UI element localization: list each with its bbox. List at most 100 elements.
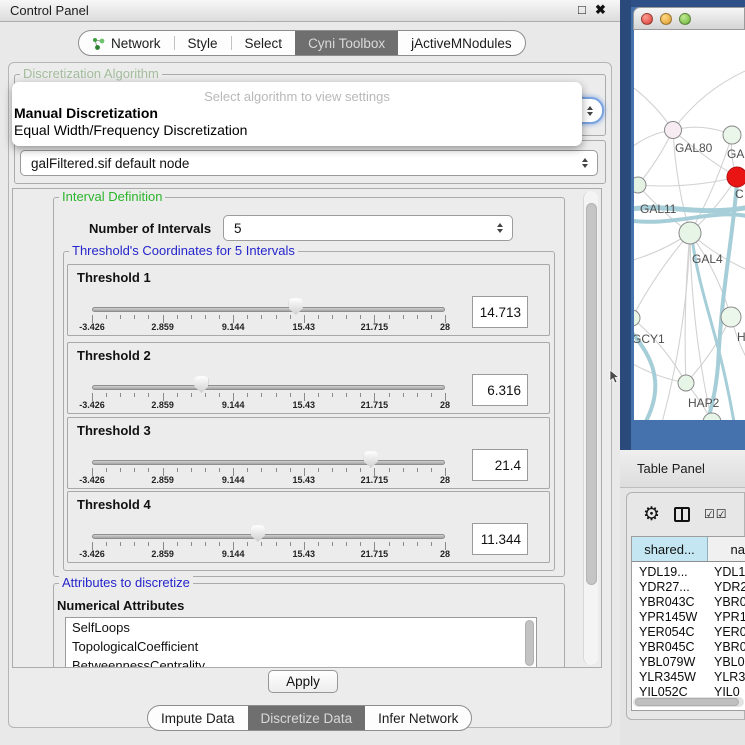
slider-tick: [191, 468, 192, 472]
combo-arrows-icon: [587, 106, 593, 116]
network-node-GAL80[interactable]: [665, 122, 682, 139]
network-canvas[interactable]: GAL80GACGAL11GAL4GCY1HHAP2: [634, 30, 745, 420]
threshold-value-field[interactable]: 6.316: [472, 374, 528, 406]
slider-tick: [290, 393, 291, 397]
network-node-n2[interactable]: [723, 126, 741, 144]
cell-shared-name: YDR27...: [639, 580, 690, 594]
tab-select[interactable]: Select: [232, 31, 296, 55]
network-node-GAL4[interactable]: [679, 222, 701, 244]
tab-style[interactable]: Style: [175, 31, 231, 55]
threshold-panel-3: Threshold 3-3.4262.8599.14415.4321.71528…: [67, 417, 550, 489]
table-row[interactable]: YDR27...YDR2: [632, 580, 745, 595]
slider-tick: [290, 468, 291, 472]
mode-tab-impute-data[interactable]: Impute Data: [148, 706, 248, 730]
mode-tab-infer-network[interactable]: Infer Network: [365, 706, 471, 730]
slider-track[interactable]: [92, 534, 445, 539]
zoom-button-icon[interactable]: [679, 13, 691, 25]
network-edge[interactable]: [638, 130, 673, 185]
mode-tab-discretize-data[interactable]: Discretize Data: [248, 706, 366, 730]
table-data-combobox[interactable]: galFiltered.sif default node: [20, 150, 598, 176]
thresholds-group-label: Threshold's Coordinates for 5 Intervals: [69, 244, 298, 258]
slider-tick: [360, 393, 361, 397]
tab-label: Select: [245, 36, 283, 51]
slider-tick: [417, 468, 418, 472]
apply-button[interactable]: Apply: [268, 670, 338, 693]
slider-track[interactable]: [92, 307, 445, 312]
network-node-red[interactable]: [727, 167, 745, 187]
discretization-algorithm-label: Discretization Algorithm: [20, 67, 162, 81]
attribute-item[interactable]: SelfLoops: [66, 618, 536, 637]
slider-tick: [247, 468, 248, 472]
slider-tick: [276, 468, 277, 472]
node-attribute-table[interactable]: shared... na YDL19...YDL1YDR27...YDR2YBR…: [631, 536, 745, 711]
network-edge[interactable]: [634, 82, 673, 130]
settings-scrollbar-thumb[interactable]: [586, 203, 597, 585]
network-edge[interactable]: [634, 360, 686, 383]
threshold-value-field[interactable]: 14.713: [472, 296, 528, 328]
slider-track[interactable]: [92, 460, 445, 465]
threshold-value-field[interactable]: 21.4: [472, 449, 528, 481]
node-label-GCY1: GCY1: [634, 332, 665, 346]
table-row[interactable]: YBR043CYBR0: [632, 595, 745, 610]
split-columns-icon[interactable]: [674, 507, 690, 522]
network-node-HAP2[interactable]: [678, 375, 694, 391]
settings-scrollbar-track[interactable]: [583, 191, 598, 665]
column-header-shared-name[interactable]: shared...: [632, 537, 708, 561]
checkbox-icons[interactable]: ☑☑: [704, 508, 728, 520]
column-header-name[interactable]: na: [708, 537, 745, 561]
slider-tick: [261, 393, 262, 397]
network-edge[interactable]: [634, 233, 690, 318]
attribute-item[interactable]: TopologicalCoefficient: [66, 637, 536, 656]
table-row[interactable]: YPR145WYPR1: [632, 610, 745, 625]
numerical-attributes-list[interactable]: SelfLoopsTopologicalCoefficientBetweenne…: [65, 617, 537, 668]
algorithm-hint-option[interactable]: Select algorithm to view settings: [12, 89, 582, 104]
slider-thumb[interactable]: [364, 451, 378, 468]
slider-tick: [219, 393, 220, 397]
slider-track[interactable]: [92, 385, 445, 390]
table-row[interactable]: YDL19...YDL1: [632, 565, 745, 580]
slider-thumb[interactable]: [289, 298, 303, 315]
slider-tick: [191, 542, 192, 546]
attributes-list-scrollbar[interactable]: [525, 620, 534, 666]
slider-tick: [134, 315, 135, 319]
network-view-window[interactable]: GAL80GACGAL11GAL4GCY1HHAP2: [620, 0, 745, 450]
tab-jactivemnodules[interactable]: jActiveMNodules: [398, 31, 525, 55]
slider-tick: [120, 468, 121, 472]
table-panel: ⚙ ☑☑ shared... na YDL19...YDL1YDR27...YD…: [626, 492, 745, 720]
table-hscrollbar-thumb[interactable]: [635, 698, 739, 706]
tab-cyni-toolbox[interactable]: Cyni Toolbox: [295, 31, 398, 55]
float-window-icon[interactable]: □: [578, 2, 586, 17]
network-edge[interactable]: [638, 177, 737, 186]
window-border: [631, 0, 745, 7]
table-row[interactable]: YER054CYER0: [632, 625, 745, 640]
network-window-titlebar[interactable]: [633, 7, 745, 30]
network-node-bot[interactable]: [703, 413, 721, 420]
close-button-icon[interactable]: [641, 13, 653, 25]
table-row[interactable]: YBR045CYBR0: [632, 640, 745, 655]
table-row[interactable]: YBL079WYBL0: [632, 655, 745, 670]
threshold-value-field[interactable]: 11.344: [472, 523, 528, 555]
minimize-button-icon[interactable]: [660, 13, 672, 25]
slider-tick: [106, 315, 107, 319]
slider-tick: [205, 315, 206, 319]
threshold-label: Threshold 2: [77, 348, 151, 363]
gear-icon[interactable]: ⚙: [643, 505, 660, 524]
slider-tick: [403, 315, 404, 319]
network-node-H[interactable]: [721, 307, 741, 327]
tab-network[interactable]: Network: [79, 31, 174, 55]
network-node-GAL11[interactable]: [634, 177, 646, 193]
table-row[interactable]: YLR345WYLR3: [632, 670, 745, 685]
option-manual-discretization[interactable]: Manual Discretization: [14, 105, 158, 121]
slider-thumb[interactable]: [251, 525, 265, 542]
slider-tick: [403, 542, 404, 546]
network-edge-highlighted[interactable]: [706, 182, 737, 420]
slider-tick-label: 9.144: [222, 322, 245, 332]
close-panel-icon[interactable]: ✖: [595, 2, 606, 18]
slider-tick-label: 21.715: [361, 549, 389, 559]
option-equal-width-frequency[interactable]: Equal Width/Frequency Discretization: [14, 122, 247, 138]
attribute-item[interactable]: BetweennessCentrality: [66, 656, 536, 668]
slider-thumb[interactable]: [194, 376, 208, 393]
table-hscrollbar-track[interactable]: [633, 697, 744, 707]
num-intervals-combobox[interactable]: 5: [223, 215, 513, 241]
network-edge[interactable]: [673, 68, 745, 130]
